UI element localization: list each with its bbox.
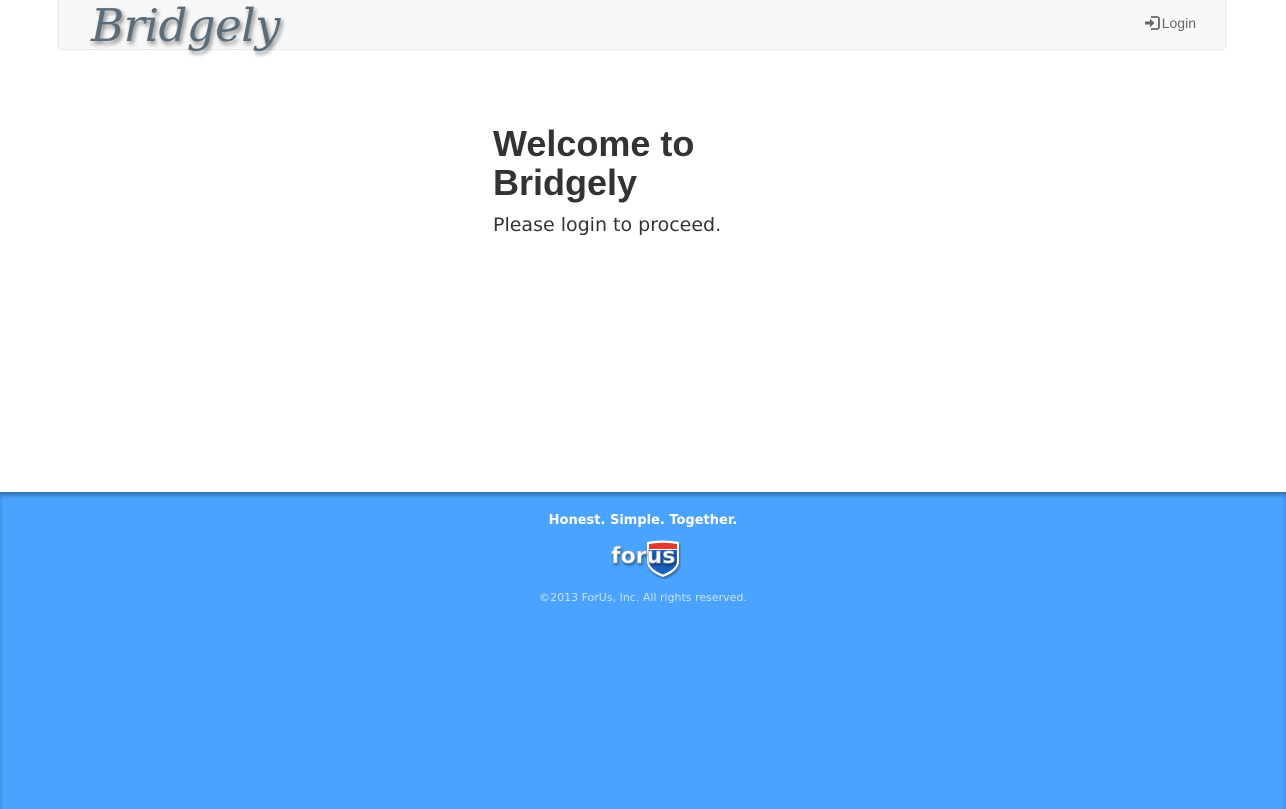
title-line-1: Welcome to — [493, 123, 695, 164]
footer-tagline: Honest. Simple. Together. — [548, 513, 738, 528]
footer: Honest. Simple. Together. forus ©2013 Fo… — [0, 492, 1286, 809]
login-link[interactable]: Login — [1144, 15, 1196, 31]
sign-in-icon — [1144, 16, 1160, 30]
forus-logo[interactable]: forus — [609, 539, 681, 579]
svg-text:forus: forus — [611, 544, 675, 569]
brand-logo[interactable]: Bridgely — [91, 0, 281, 54]
navbar: Bridgely Login — [58, 0, 1226, 52]
page-title: Welcome to Bridgely — [493, 124, 853, 202]
copyright-text: ©2013 ForUs, Inc. All rights reserved. — [539, 591, 747, 604]
login-prompt: Please login to proceed. — [493, 214, 722, 236]
title-line-2: Bridgely — [493, 162, 638, 203]
welcome-section: Welcome to Bridgely Please login to proc… — [493, 124, 853, 237]
login-label: Login — [1161, 15, 1196, 31]
